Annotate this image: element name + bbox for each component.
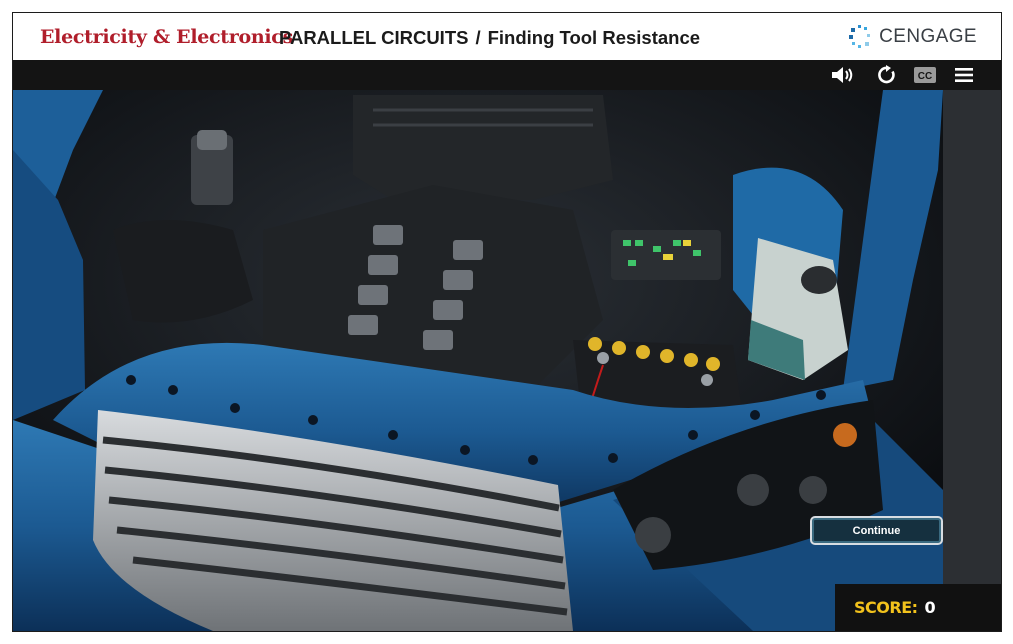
score-panel: SCORE: 0: [835, 584, 1001, 631]
logo-text: CENGAGE: [879, 26, 977, 47]
closed-captions-button[interactable]: CC: [910, 60, 940, 90]
engine-bay-scene: [13, 90, 1001, 631]
breadcrumb-section: PARALLEL CIRCUITS: [279, 27, 469, 48]
replay-icon: [878, 65, 895, 84]
breadcrumb-lesson: Finding Tool Resistance: [487, 27, 701, 48]
continue-button[interactable]: Continue: [810, 516, 943, 545]
closed-captions-icon: CC: [914, 67, 936, 83]
header: Electricity & Electronics PARALLEL CIRCU…: [13, 13, 1001, 60]
cengage-logo: CENGAGE: [847, 24, 977, 50]
app-frame: Electricity & Electronics PARALLEL CIRCU…: [12, 12, 1002, 632]
replay-button[interactable]: [872, 60, 902, 90]
volume-icon: [832, 67, 853, 83]
course-title: Electricity & Electronics: [40, 26, 293, 48]
breadcrumb-separator: /: [475, 27, 481, 48]
score-label: SCORE:: [854, 598, 918, 617]
media-toolbar: CC: [13, 60, 1001, 90]
volume-button[interactable]: [828, 60, 858, 90]
menu-button[interactable]: [949, 60, 979, 90]
svg-text:CC: CC: [918, 71, 932, 82]
menu-icon: [955, 68, 973, 82]
cengage-mark-icon: [849, 25, 871, 48]
score-value: 0: [924, 598, 936, 617]
breadcrumb: PARALLEL CIRCUITS / Finding Tool Resistanc…: [279, 27, 700, 49]
